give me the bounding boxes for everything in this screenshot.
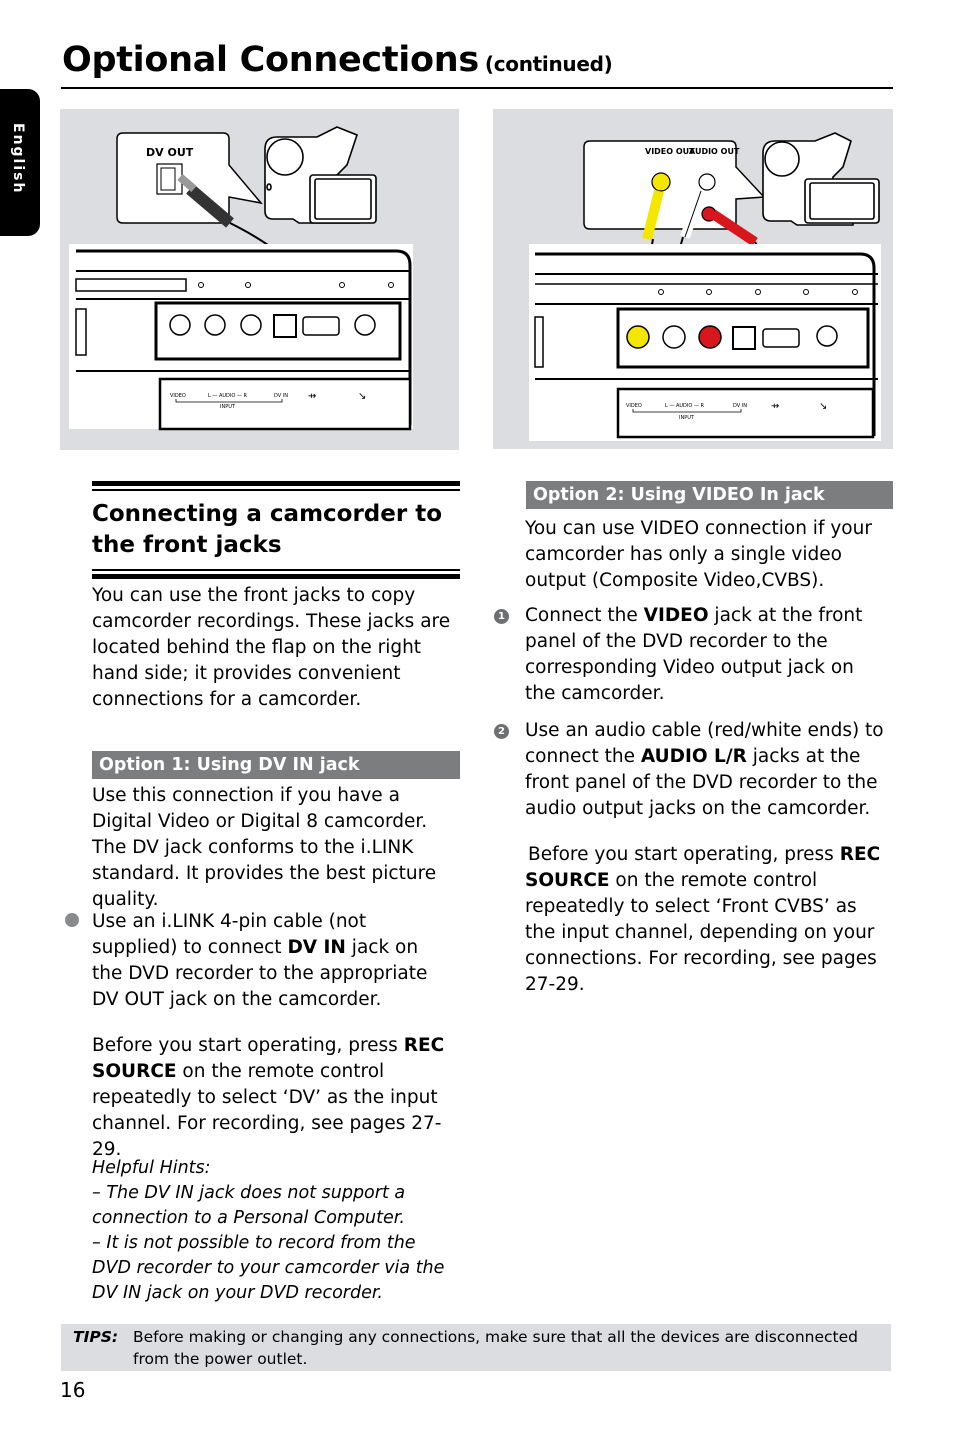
helpful-hints: Helpful Hints: – The DV IN jack does not… (92, 1156, 457, 1306)
dvd-recorder-panel: VIDEO L — AUDIO — R DV IN INPUT ⇸ ↘ (69, 244, 413, 431)
panel-label-dv-in: DV IN (274, 393, 288, 399)
dvd-recorder-panel-2: VIDEO L — AUDIO — R DV IN INPUT ⇸ ↘ (529, 244, 881, 441)
option2-note: Before you start operating, press REC SO… (525, 842, 890, 998)
option2-note-pre: Before you start operating, press (528, 844, 840, 865)
video-out-jack (651, 172, 671, 192)
dv-out-label: DV OUT (146, 146, 194, 159)
heading-rule-bottom-thin (92, 569, 460, 571)
option1-note: Before you start operating, press REC SO… (92, 1033, 460, 1163)
option1-description: Use this connection if you have a Digita… (92, 785, 437, 910)
audio-r-in-jack (698, 325, 722, 349)
option2-step-2-bold: AUDIO L/R (640, 746, 747, 767)
language-label: English (10, 123, 26, 195)
microphone-icon: ↘ (358, 391, 366, 402)
option1-title: Option 1: Using DV IN jack (92, 751, 460, 779)
hints-title: Helpful Hints: (92, 1158, 211, 1178)
bullet-icon (65, 913, 79, 927)
audio-out-l-jack (698, 173, 716, 191)
title-subtitle: (continued) (484, 52, 613, 76)
video-connection-illustration: VIDEO OUT AUDIO OUT VIDEO L — AUDIO — R … (529, 132, 881, 441)
option1-step-bold: DV IN (287, 937, 346, 958)
tips-label: TIPS: (73, 1328, 119, 1346)
option2-step-1-bold: VIDEO (643, 605, 709, 626)
step-number-1-icon: 1 (494, 609, 509, 624)
dv-connection-illustration: DV OUT VIDEO L — AUDIO — R DV IN INPUT ⇸… (69, 126, 413, 431)
heading-rule-top-thin (92, 489, 460, 491)
microphone-icon-2: ↘ (819, 401, 827, 412)
dv-out-callout: DV OUT (116, 132, 263, 224)
camcorder-icon-2 (762, 132, 880, 226)
option2-description: You can use VIDEO connection if your cam… (525, 518, 872, 591)
panel2-label-video: VIDEO (626, 403, 642, 409)
panel-label-input: INPUT (220, 404, 236, 410)
language-tab: English (0, 89, 40, 236)
usb-icon: ⇸ (308, 391, 316, 402)
option2-step-2: Use an audio cable (red/white ends) to c… (525, 718, 890, 822)
heading-rule-bottom (92, 574, 460, 579)
panel2-label-audio: L — AUDIO — R (665, 403, 704, 409)
camcorder-icon (264, 126, 377, 224)
page-number: 16 (60, 1378, 86, 1402)
section-heading-block: Connecting a camcorder to the front jack… (92, 481, 460, 579)
usb-icon-2: ⇸ (771, 401, 779, 412)
step-number-2-icon: 2 (494, 724, 509, 739)
audio-l-in-jack (662, 325, 686, 349)
video-out-label: VIDEO OUT (645, 147, 695, 156)
panel2-label-dv-in: DV IN (733, 403, 747, 409)
hint-item: – The DV IN jack does not support a conn… (92, 1183, 406, 1228)
panel2-label-input: INPUT (679, 415, 695, 421)
option1-step: Use an i.LINK 4-pin cable (not supplied)… (92, 909, 454, 1013)
option2-step-1-pre: Connect the (525, 605, 644, 626)
option2-step-1: Connect the VIDEO jack at the front pane… (525, 603, 890, 707)
title-main: Optional Connections (62, 40, 479, 80)
section-intro: You can use the front jacks to copy camc… (92, 585, 451, 710)
title-divider (61, 87, 893, 89)
hint-item: – It is not possible to record from the … (92, 1233, 445, 1303)
figure-dv-connection: DV OUT VIDEO L — AUDIO — R DV IN INPUT ⇸… (60, 109, 459, 450)
av-out-callout: VIDEO OUT AUDIO OUT (583, 140, 766, 230)
heading-rule-top (92, 481, 460, 486)
panel-label-audio: L — AUDIO — R (208, 393, 247, 399)
option2-title: Option 2: Using VIDEO In jack (526, 481, 893, 509)
panel-label-video: VIDEO (170, 393, 186, 399)
audio-out-label: AUDIO OUT (689, 147, 740, 156)
section-heading: Connecting a camcorder to the front jack… (92, 501, 443, 558)
tips-text: Before making or changing any connection… (133, 1328, 858, 1368)
option1-note-pre: Before you start operating, press (92, 1035, 404, 1056)
figure-video-connection: VIDEO OUT AUDIO OUT VIDEO L — AUDIO — R … (493, 109, 893, 449)
video-in-jack (626, 325, 650, 349)
tips-box: TIPS: Before making or changing any conn… (61, 1324, 891, 1371)
page-title: Optional Connections (continued) (62, 40, 613, 80)
